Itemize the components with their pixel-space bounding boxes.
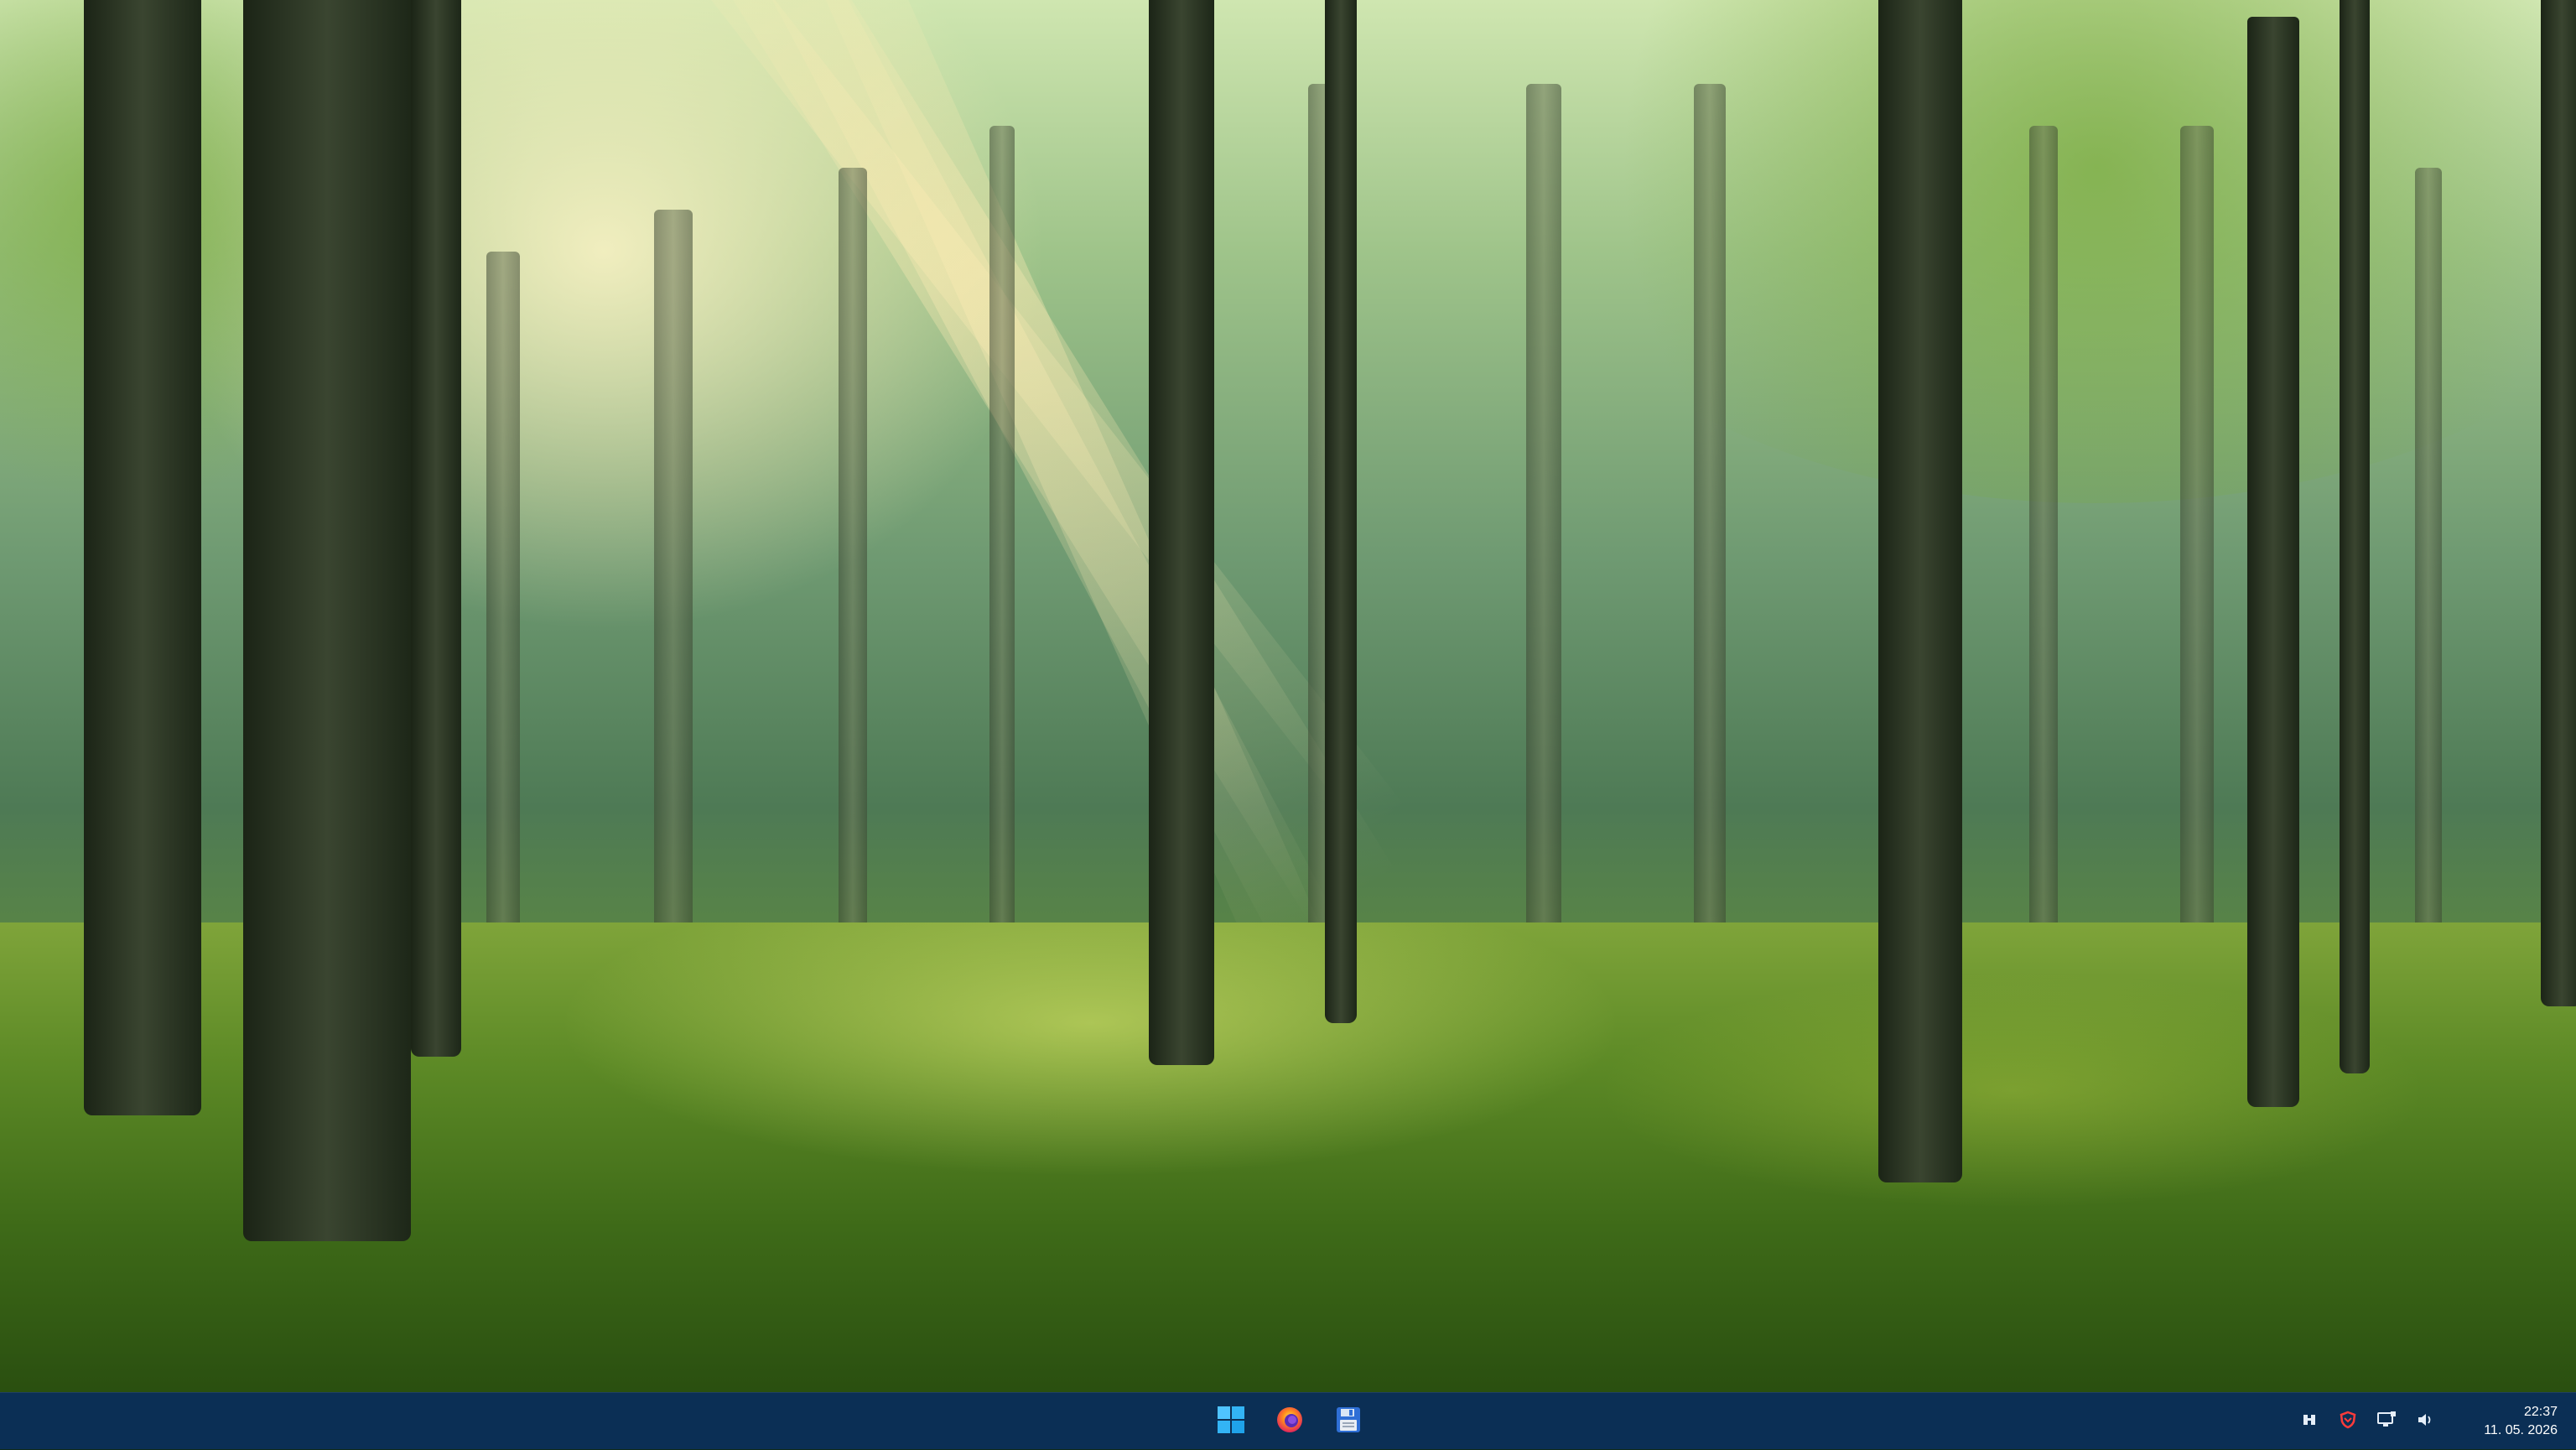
- tree-trunk: [2340, 0, 2370, 1073]
- firefox-icon: [1275, 1406, 1304, 1438]
- tree-trunk: [243, 0, 411, 1241]
- tray-app-icon: [2301, 1411, 2318, 1432]
- clock-date: 11. 05. 2026: [2484, 1423, 2558, 1437]
- tree-trunk: [84, 0, 201, 1115]
- floppy-disk-icon: [1336, 1406, 1361, 1437]
- windows-logo-icon: [1217, 1406, 1245, 1438]
- tray-app-button[interactable]: [2293, 1403, 2326, 1440]
- desktop-wallpaper: [0, 0, 2576, 1392]
- taskbar-pinned-apps: [1208, 1393, 1372, 1450]
- volume-icon: [2416, 1411, 2434, 1433]
- antivirus-shield-icon: [2339, 1411, 2357, 1433]
- firefox-button[interactable]: [1266, 1398, 1313, 1445]
- tree-trunk: [2247, 17, 2299, 1107]
- tree-trunk: [2541, 0, 2576, 1006]
- volume-button[interactable]: [2408, 1403, 2442, 1440]
- clock[interactable]: 22:37 11. 05. 2026: [2447, 1398, 2564, 1445]
- taskbar: 22:37 11. 05. 2026: [0, 1392, 2576, 1449]
- tree-trunk: [1149, 0, 1214, 1065]
- tree-trunk: [411, 0, 461, 1057]
- start-button[interactable]: [1208, 1398, 1254, 1445]
- tree-trunk: [1325, 0, 1357, 1023]
- tree-trunk: [1878, 0, 1962, 1182]
- antivirus-button[interactable]: [2331, 1403, 2365, 1440]
- network-icon: [2376, 1411, 2397, 1433]
- clock-time: 22:37: [2523, 1405, 2558, 1419]
- network-button[interactable]: [2370, 1403, 2403, 1440]
- system-tray: 22:37 11. 05. 2026: [2293, 1393, 2564, 1450]
- app-button[interactable]: [1325, 1398, 1372, 1445]
